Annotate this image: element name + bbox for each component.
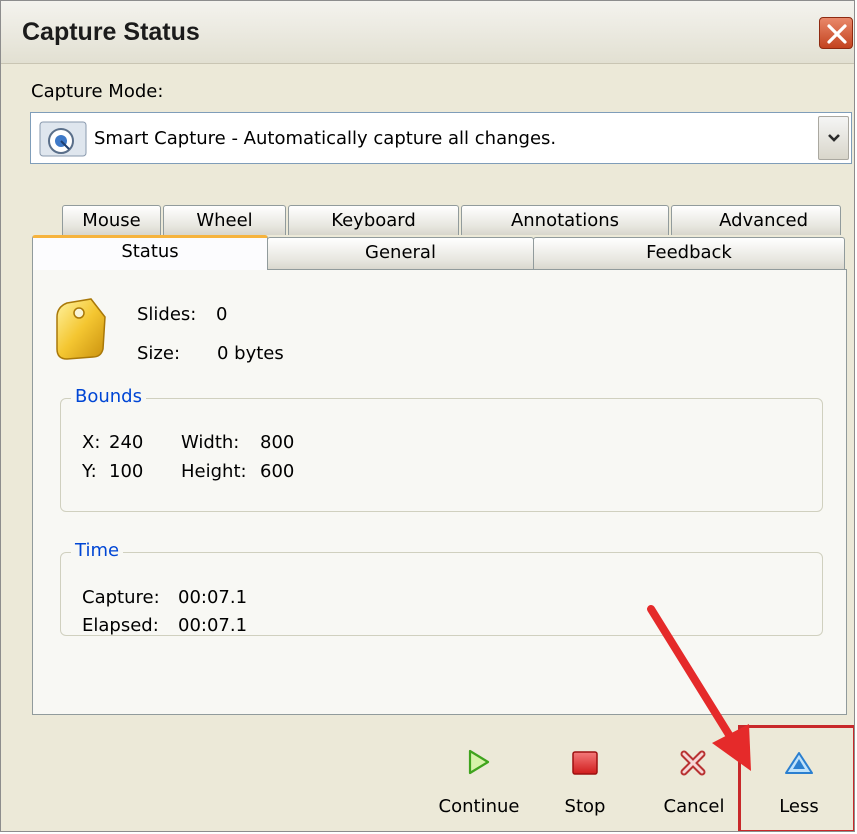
bounds-height-label: Height: [181, 461, 247, 482]
continue-label: Continue [438, 796, 520, 817]
size-value: 0 bytes [217, 343, 284, 364]
bounds-title: Bounds [71, 386, 146, 407]
cancel-x-icon [680, 750, 706, 776]
less-button[interactable]: Less [761, 745, 837, 817]
slides-label: Slides: [137, 304, 197, 325]
bounds-y-value: 100 [109, 461, 144, 482]
capture-status-window: Capture Status Capture Mode: Smart Captu… [0, 0, 855, 832]
stop-label: Stop [564, 796, 606, 817]
tab-advanced[interactable]: Advanced [671, 205, 841, 235]
bounds-group: Bounds X: 240 Y: 100 Width: 800 Height: … [60, 386, 823, 512]
tab-status[interactable]: Status [32, 235, 268, 270]
tab-feedback[interactable]: Feedback [533, 237, 845, 270]
triangle-up-icon [785, 752, 813, 774]
slides-value: 0 [216, 304, 228, 325]
elapsed-time-value: 00:07.1 [178, 615, 248, 636]
play-icon [468, 749, 490, 775]
bounds-width-value: 800 [260, 432, 295, 453]
continue-button[interactable]: Continue [429, 745, 529, 817]
less-label: Less [779, 796, 819, 817]
close-icon [827, 24, 847, 44]
tab-wheel[interactable]: Wheel [163, 205, 286, 235]
tab-general[interactable]: General [267, 237, 534, 270]
cancel-label: Cancel [663, 796, 725, 817]
smart-capture-icon [39, 121, 87, 157]
tab-mouse[interactable]: Mouse [62, 205, 161, 235]
bounds-y-label: Y: [82, 461, 97, 482]
cancel-button[interactable]: Cancel [653, 745, 735, 817]
capture-mode-select[interactable]: Smart Capture - Automatically capture al… [30, 112, 852, 164]
capture-time-label: Capture: [82, 587, 160, 608]
time-group: Time Capture: 00:07.1 Elapsed: 00:07.1 [60, 540, 823, 636]
bounds-x-label: X: [82, 432, 101, 453]
tab-annotations[interactable]: Annotations [461, 205, 669, 235]
tab-keyboard[interactable]: Keyboard [288, 205, 459, 235]
stop-button[interactable]: Stop [553, 745, 617, 817]
bounds-width-label: Width: [181, 432, 240, 453]
elapsed-time-label: Elapsed: [82, 615, 159, 636]
time-title: Time [71, 540, 124, 561]
stop-icon [572, 751, 598, 775]
chevron-down-icon [828, 134, 840, 142]
capture-mode-value: Smart Capture - Automatically capture al… [94, 128, 557, 149]
bounds-x-value: 240 [109, 432, 144, 453]
size-label: Size: [137, 343, 181, 364]
status-panel: Slides: 0 Size: 0 bytes Bounds X: 240 Y:… [32, 269, 847, 715]
capture-mode-label: Capture Mode: [31, 81, 164, 102]
window-title: Capture Status [22, 18, 200, 46]
tag-icon [56, 298, 106, 360]
dropdown-button[interactable] [818, 116, 849, 160]
close-button[interactable] [819, 17, 853, 49]
bounds-height-value: 600 [260, 461, 295, 482]
capture-time-value: 00:07.1 [178, 587, 248, 608]
title-bar: Capture Status [1, 1, 854, 64]
